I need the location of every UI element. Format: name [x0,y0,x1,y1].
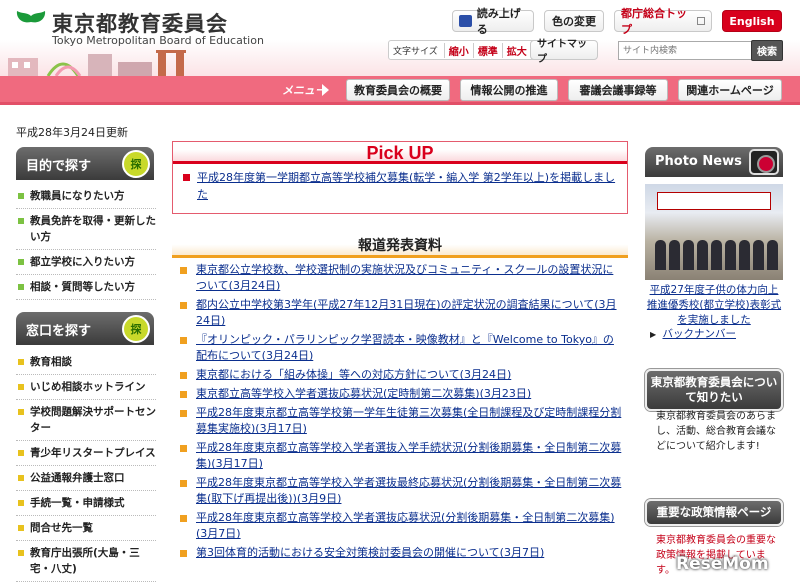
font-small-button[interactable]: 縮小 [443,42,473,58]
magnifier-icon: 探 [122,315,150,343]
list-item[interactable]: 問合せ先一覧 [16,516,156,541]
ginkgo-logo-icon [16,11,46,36]
list-item: 東京都における「組み体操」等への対応方針について(3月24日) [176,367,624,383]
photo-banner [657,192,771,210]
external-link-icon [696,17,705,25]
press-release-heading: 報道発表資料 [172,234,628,258]
search-by-purpose-heading: 目的で探す 探 [16,147,154,180]
last-updated: 平成28年3月24日更新 [16,126,128,139]
nav-board-overview[interactable]: 教育委員会の概要 [346,79,450,101]
list-item[interactable]: 手続一覧・申請様式 [16,491,156,516]
list-item: 東京都立高等学校入学者選抜応募状況(定時制第二次募集)(3月23日) [176,386,624,402]
list-item: 平成28年度東京都立高等学校第一学年生徒第三次募集(全日制課程及び定時制課程分割… [176,405,624,437]
list-item: 第3回体育的活動における安全対策検討委員会の開催について(3月7日) [176,545,624,561]
nav-council-minutes[interactable]: 審議会議事録等 [568,79,668,101]
list-item[interactable]: 教育相談 [16,350,156,375]
press-link[interactable]: 東京都立高等学校入学者選抜応募状況(定時制第二次募集)(3月23日) [196,387,531,400]
list-item[interactable]: 青少年リスタートプレイス [16,441,156,466]
list-item: 東京都公立学校数、学校選択制の実施状況及びコミュニティ・スクールの設置状況につい… [176,262,624,294]
about-board-text: 東京都教育委員会のあらまし、活動、総合教育会議などについて紹介します! [656,411,776,452]
photo-figure [655,240,666,270]
list-item: 平成28年度東京都立高等学校入学者選抜最終応募状況(分割後期募集・全日制第二次募… [176,475,624,507]
list-item[interactable]: 都立学校に入りたい方 [16,250,156,275]
photo-figure [711,240,722,270]
press-link[interactable]: 平成28年度東京都立高等学校第一学年生徒第三次募集(全日制課程及び定時制課程分割… [196,406,621,435]
search-by-window-heading: 窓口を探す 探 [16,312,154,345]
list-item: 『オリンピック・パラリンピック学習読本・映像教材』と『Welcome to To… [176,332,624,364]
press-release-list: 東京都公立学校数、学校選択制の実施状況及びコミュニティ・スクールの設置状況につい… [176,262,624,564]
photo-news-image[interactable] [645,184,783,280]
policy-info-button[interactable]: 重要な政策情報ページ [645,499,783,526]
photo-caption: 平成27年度子供の体力向上推進優秀校(都立学校)表彰式を実施しました [645,283,783,328]
press-link[interactable]: 都内公立中学校第3学年(平成27年12月31日現在)の評定状況の調査結果について… [196,298,617,327]
tokyo-top-label: 都庁総合トップ [621,7,687,36]
press-release-title: 報道発表資料 [358,238,442,254]
font-standard-button[interactable]: 標準 [472,42,502,58]
magnifier-icon: 探 [122,150,150,178]
list-item: 都内公立中学校第3学年(平成27年12月31日現在)の評定状況の調査結果について… [176,297,624,329]
window-list: 教育相談 いじめ相談ホットライン 学校問題解決サポートセンター 青少年リスタート… [16,350,156,582]
font-size-control: 文字サイズ 縮小 標準 拡大 [388,40,536,60]
nav-info-disclosure[interactable]: 情報公開の推進 [460,79,558,101]
pickup-link[interactable]: 平成28年度第一学期都立高等学校補欠募集(転学・編入学 第2学年以上)を掲載しま… [197,171,615,201]
press-link[interactable]: 平成28年度東京都立高等学校入学者選抜応募状況(分割後期募集・全日制第二次募集)… [196,511,615,540]
english-button[interactable]: English [722,10,782,32]
search-input[interactable] [618,41,752,60]
search-by-purpose-title: 目的で探す [26,159,92,174]
pickup-item: 平成28年度第一学期都立高等学校補欠募集(転学・編入学 第2学年以上)を掲載しま… [173,164,627,203]
press-link[interactable]: 平成28年度東京都立高等学校入学者選抜入学手続状況(分割後期募集・全日制第二次募… [196,441,621,470]
pickup-title: Pick UP [366,143,434,163]
nav-related-sites[interactable]: 関連ホームページ [678,79,782,101]
photo-news-title: Photo News [655,154,742,169]
menu-label: メニュー [282,84,326,97]
speaker-icon [459,15,472,27]
list-item[interactable]: 学校問題解決サポートセンター [16,400,156,441]
list-item[interactable]: いじめ相談ホットライン [16,375,156,400]
list-item: 平成28年度東京都立高等学校入学者選抜入学手続状況(分割後期募集・全日制第二次募… [176,440,624,472]
font-size-label: 文字サイズ [393,46,438,57]
pickup-box: Pick UP 平成28年度第一学期都立高等学校補欠募集(転学・編入学 第2学年… [172,141,628,214]
back-number-link[interactable]: バックナンバー [663,328,737,340]
color-change-button[interactable]: 色の変更 [544,10,604,32]
photo-figure [669,240,680,270]
list-item[interactable]: 教育庁出張所(大島・三宅・八丈) [16,541,156,582]
purpose-list: 教職員になりたい方 教員免許を取得・更新したい方 都立学校に入りたい方 相談・質… [16,184,156,300]
press-link[interactable]: 『オリンピック・パラリンピック学習読本・映像教材』と『Welcome to To… [196,333,614,362]
skyline-illustration-icon [8,50,186,76]
press-link[interactable]: 第3回体育的活動における安全対策検討委員会の開催について(3月7日) [196,546,544,559]
site-header: 東京都教育委員会 Tokyo Metropolitan Board of Edu… [0,0,800,76]
read-aloud-label: 読み上げる [476,7,521,36]
photo-figure [767,240,778,270]
back-number: バックナンバー [650,326,737,341]
sitemap-button[interactable]: サイトマップ [530,39,598,65]
photo-figure [697,240,708,270]
list-item[interactable]: 教職員になりたい方 [16,184,156,209]
watermark-logo: ReseMom [676,554,769,574]
press-link[interactable]: 平成28年度東京都立高等学校入学者選抜最終応募状況(分割後期募集・全日制第二次募… [196,476,621,505]
font-large-button[interactable]: 拡大 [501,42,531,58]
press-link[interactable]: 東京都公立学校数、学校選択制の実施状況及びコミュニティ・スクールの設置状況につい… [196,263,613,292]
read-aloud-button[interactable]: 読み上げる [452,7,534,36]
photo-figure [753,240,764,270]
photo-figure [683,240,694,270]
photo-caption-link[interactable]: 平成27年度子供の体力向上推進優秀校(都立学校)表彰式を実施しました [647,284,781,326]
camera-icon [749,149,779,175]
list-item[interactable]: 教員免許を取得・更新したい方 [16,209,156,250]
list-item[interactable]: 公益通報弁護士窓口 [16,466,156,491]
press-link[interactable]: 東京都における「組み体操」等への対応方針について(3月24日) [196,368,511,381]
pickup-heading: Pick UP [173,142,627,164]
search-by-window-title: 窓口を探す [26,324,92,339]
tokyo-top-link[interactable]: 都庁総合トップ [614,7,712,36]
photo-news-heading: Photo News [645,147,783,177]
list-item[interactable]: 相談・質問等したい方 [16,275,156,300]
photo-figure [739,240,750,270]
list-item: 平成28年度東京都立高等学校入学者選抜応募状況(分割後期募集・全日制第二次募集)… [176,510,624,542]
global-menu: メニュー 教育委員会の概要 情報公開の推進 審議会議事録等 関連ホームページ [0,76,800,105]
search-button[interactable]: 検索 [751,40,783,61]
about-board-button[interactable]: 東京都教育委員会について知りたい [645,369,783,411]
photo-figure [725,240,736,270]
menu-arrow-icon [322,84,329,96]
